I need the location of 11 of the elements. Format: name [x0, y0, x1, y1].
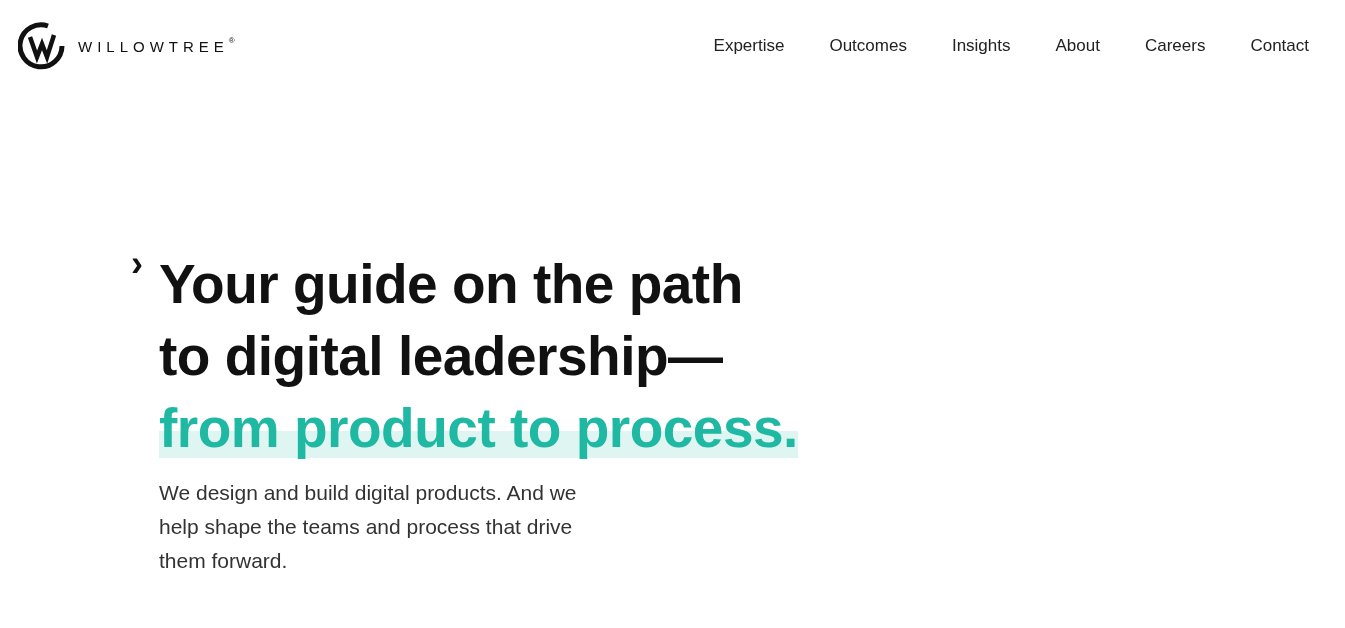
logo-wordmark: WILLOWTREE®	[78, 37, 235, 55]
nav-link[interactable]: Contact	[1250, 36, 1309, 56]
hero-heading: Your guide on the path to digital leadership—	[159, 252, 744, 389]
nav-link[interactable]: Expertise	[713, 36, 785, 56]
logo-icon	[18, 22, 66, 70]
chevron-icon: ›	[131, 246, 143, 578]
nav-link[interactable]: Outcomes	[829, 36, 907, 56]
nav-link[interactable]: Careers	[1144, 36, 1206, 56]
hero-description: We design and build digital products. And we help shape the teams and process that drive them forward.	[159, 480, 578, 574]
nav-link[interactable]: Insights	[951, 36, 1011, 56]
nav-link[interactable]: About	[1055, 36, 1100, 56]
